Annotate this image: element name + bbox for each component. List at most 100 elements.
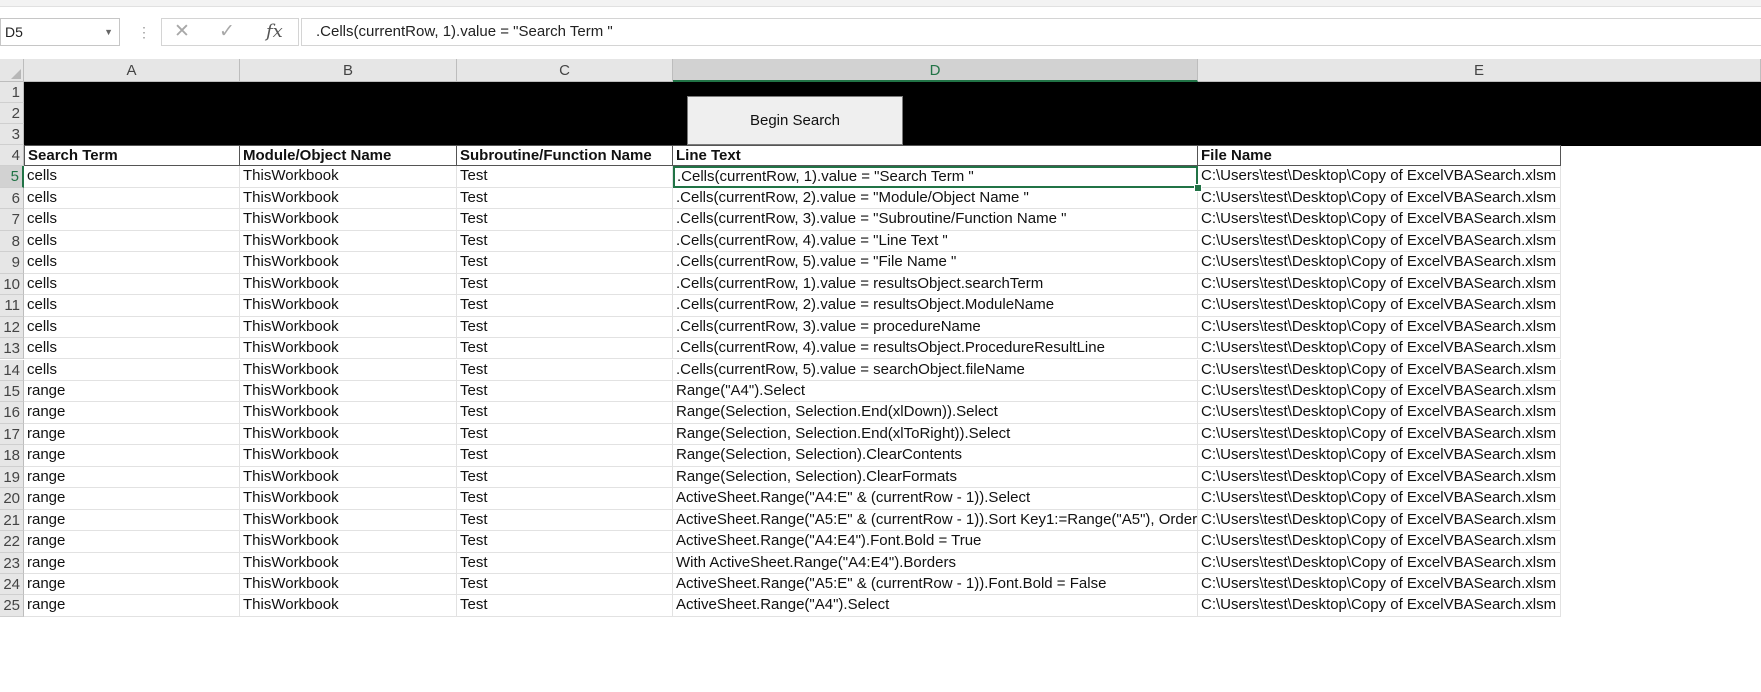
column-header-a[interactable]: A (24, 59, 240, 82)
table-cell[interactable]: cells (24, 252, 240, 274)
table-cell[interactable]: ThisWorkbook (240, 509, 457, 532)
table-cell[interactable]: ThisWorkbook (240, 230, 457, 253)
table-cell[interactable]: C:\Users\test\Desktop\Copy of ExcelVBASe… (1198, 273, 1561, 296)
table-cell[interactable]: ThisWorkbook (240, 209, 457, 231)
table-cell[interactable]: C:\Users\test\Desktop\Copy of ExcelVBASe… (1198, 445, 1561, 467)
row-header-8[interactable]: 8 (0, 230, 24, 253)
row-header-5[interactable]: 5 (0, 166, 24, 188)
table-cell[interactable]: range (24, 445, 240, 467)
table-cell[interactable]: cells (24, 230, 240, 253)
column-header-c[interactable]: C (457, 59, 673, 82)
table-cell[interactable]: ThisWorkbook (240, 488, 457, 510)
row-header-16[interactable]: 16 (0, 402, 24, 424)
table-cell[interactable]: ActiveSheet.Range("A4").Select (673, 595, 1198, 617)
table-cell[interactable]: C:\Users\test\Desktop\Copy of ExcelVBASe… (1198, 252, 1561, 274)
table-cell[interactable]: Test (457, 187, 673, 210)
table-cell[interactable]: C:\Users\test\Desktop\Copy of ExcelVBASe… (1198, 359, 1561, 381)
table-cell[interactable]: cells (24, 316, 240, 339)
table-cell[interactable]: Range(Selection, Selection.End(xlToRight… (673, 423, 1198, 446)
table-cell[interactable]: Test (457, 531, 673, 553)
table-cell[interactable]: .Cells(currentRow, 3).value = procedureN… (673, 316, 1198, 339)
table-cell[interactable]: Range(Selection, Selection).ClearContent… (673, 445, 1198, 467)
table-cell[interactable]: range (24, 402, 240, 424)
active-cell[interactable]: .Cells(currentRow, 1).value = "Search Te… (673, 166, 1198, 188)
table-cell[interactable]: ActiveSheet.Range("A4:E" & (currentRow -… (673, 488, 1198, 510)
table-cell[interactable]: ThisWorkbook (240, 531, 457, 553)
table-cell[interactable]: .Cells(currentRow, 5).value = "File Name… (673, 252, 1198, 274)
table-cell[interactable]: Test (457, 209, 673, 231)
row-header-19[interactable]: 19 (0, 466, 24, 489)
table-cell[interactable]: Test (457, 445, 673, 467)
row-header-10[interactable]: 10 (0, 273, 24, 296)
row-header-18[interactable]: 18 (0, 445, 24, 467)
table-cell[interactable]: Test (457, 423, 673, 446)
row-header-9[interactable]: 9 (0, 252, 24, 274)
table-cell[interactable]: Test (457, 166, 673, 188)
table-cell[interactable]: cells (24, 166, 240, 188)
table-cell[interactable]: Test (457, 230, 673, 253)
column-header-d[interactable]: D (673, 59, 1198, 82)
table-cell[interactable]: cells (24, 187, 240, 210)
table-cell[interactable]: .Cells(currentRow, 3).value = "Subroutin… (673, 209, 1198, 231)
table-header-cell[interactable]: File Name (1198, 145, 1561, 166)
cancel-icon[interactable]: ✕ (174, 22, 190, 42)
table-header-cell[interactable]: Search Term (24, 145, 240, 166)
table-cell[interactable]: Test (457, 509, 673, 532)
select-all-corner[interactable] (0, 59, 24, 82)
table-cell[interactable]: Test (457, 466, 673, 489)
table-cell[interactable]: Range("A4").Select (673, 380, 1198, 403)
table-cell[interactable]: range (24, 509, 240, 532)
table-cell[interactable]: ThisWorkbook (240, 252, 457, 274)
table-cell[interactable]: .Cells(currentRow, 1).value = resultsObj… (673, 273, 1198, 296)
table-header-cell[interactable]: Subroutine/Function Name (457, 145, 673, 166)
table-cell[interactable]: C:\Users\test\Desktop\Copy of ExcelVBASe… (1198, 466, 1561, 489)
table-cell[interactable]: .Cells(currentRow, 4).value = resultsObj… (673, 338, 1198, 360)
table-cell[interactable]: C:\Users\test\Desktop\Copy of ExcelVBASe… (1198, 552, 1561, 574)
row-header-24[interactable]: 24 (0, 574, 24, 596)
table-header-cell[interactable]: Module/Object Name (240, 145, 457, 166)
row-header-2[interactable]: 2 (0, 103, 24, 124)
row-header-17[interactable]: 17 (0, 423, 24, 446)
table-cell[interactable]: C:\Users\test\Desktop\Copy of ExcelVBASe… (1198, 595, 1561, 617)
table-cell[interactable]: ThisWorkbook (240, 402, 457, 424)
more-options-icon[interactable]: ⋮ (137, 22, 151, 42)
table-cell[interactable]: Range(Selection, Selection).ClearFormats (673, 466, 1198, 489)
table-cell[interactable]: C:\Users\test\Desktop\Copy of ExcelVBASe… (1198, 423, 1561, 446)
row-header-3[interactable]: 3 (0, 124, 24, 145)
table-cell[interactable]: ThisWorkbook (240, 359, 457, 381)
table-cell[interactable]: .Cells(currentRow, 5).value = searchObje… (673, 359, 1198, 381)
fill-handle[interactable] (1194, 183, 1202, 192)
table-cell[interactable]: C:\Users\test\Desktop\Copy of ExcelVBASe… (1198, 338, 1561, 360)
table-cell[interactable]: cells (24, 338, 240, 360)
table-cell[interactable]: Test (457, 316, 673, 339)
formula-input[interactable]: .Cells(currentRow, 1).value = "Search Te… (301, 18, 1761, 46)
chevron-down-icon[interactable]: ▼ (104, 19, 113, 45)
row-header-12[interactable]: 12 (0, 316, 24, 339)
table-cell[interactable]: C:\Users\test\Desktop\Copy of ExcelVBASe… (1198, 509, 1561, 532)
table-cell[interactable]: Test (457, 380, 673, 403)
row-header-14[interactable]: 14 (0, 359, 24, 381)
begin-search-button[interactable]: Begin Search (687, 96, 903, 145)
row-header-1[interactable]: 1 (0, 82, 24, 103)
table-cell[interactable]: ThisWorkbook (240, 273, 457, 296)
table-cell[interactable]: cells (24, 273, 240, 296)
insert-function-icon[interactable]: fx (266, 22, 283, 42)
table-cell[interactable]: ThisWorkbook (240, 445, 457, 467)
table-cell[interactable]: ActiveSheet.Range("A5:E" & (currentRow -… (673, 509, 1198, 532)
table-cell[interactable]: range (24, 595, 240, 617)
table-cell[interactable]: C:\Users\test\Desktop\Copy of ExcelVBASe… (1198, 316, 1561, 339)
check-icon[interactable]: ✓ (219, 22, 235, 42)
row-header-21[interactable]: 21 (0, 509, 24, 532)
table-cell[interactable]: Test (457, 595, 673, 617)
table-cell[interactable]: Test (457, 552, 673, 574)
table-cell[interactable]: ThisWorkbook (240, 466, 457, 489)
row-header-22[interactable]: 22 (0, 531, 24, 553)
table-cell[interactable]: C:\Users\test\Desktop\Copy of ExcelVBASe… (1198, 230, 1561, 253)
table-cell[interactable]: Test (457, 574, 673, 596)
table-cell[interactable]: Test (457, 488, 673, 510)
row-header-15[interactable]: 15 (0, 380, 24, 403)
table-cell[interactable]: Test (457, 295, 673, 317)
row-header-20[interactable]: 20 (0, 488, 24, 510)
table-cell[interactable]: C:\Users\test\Desktop\Copy of ExcelVBASe… (1198, 488, 1561, 510)
table-cell[interactable]: With ActiveSheet.Range("A4:E4").Borders (673, 552, 1198, 574)
